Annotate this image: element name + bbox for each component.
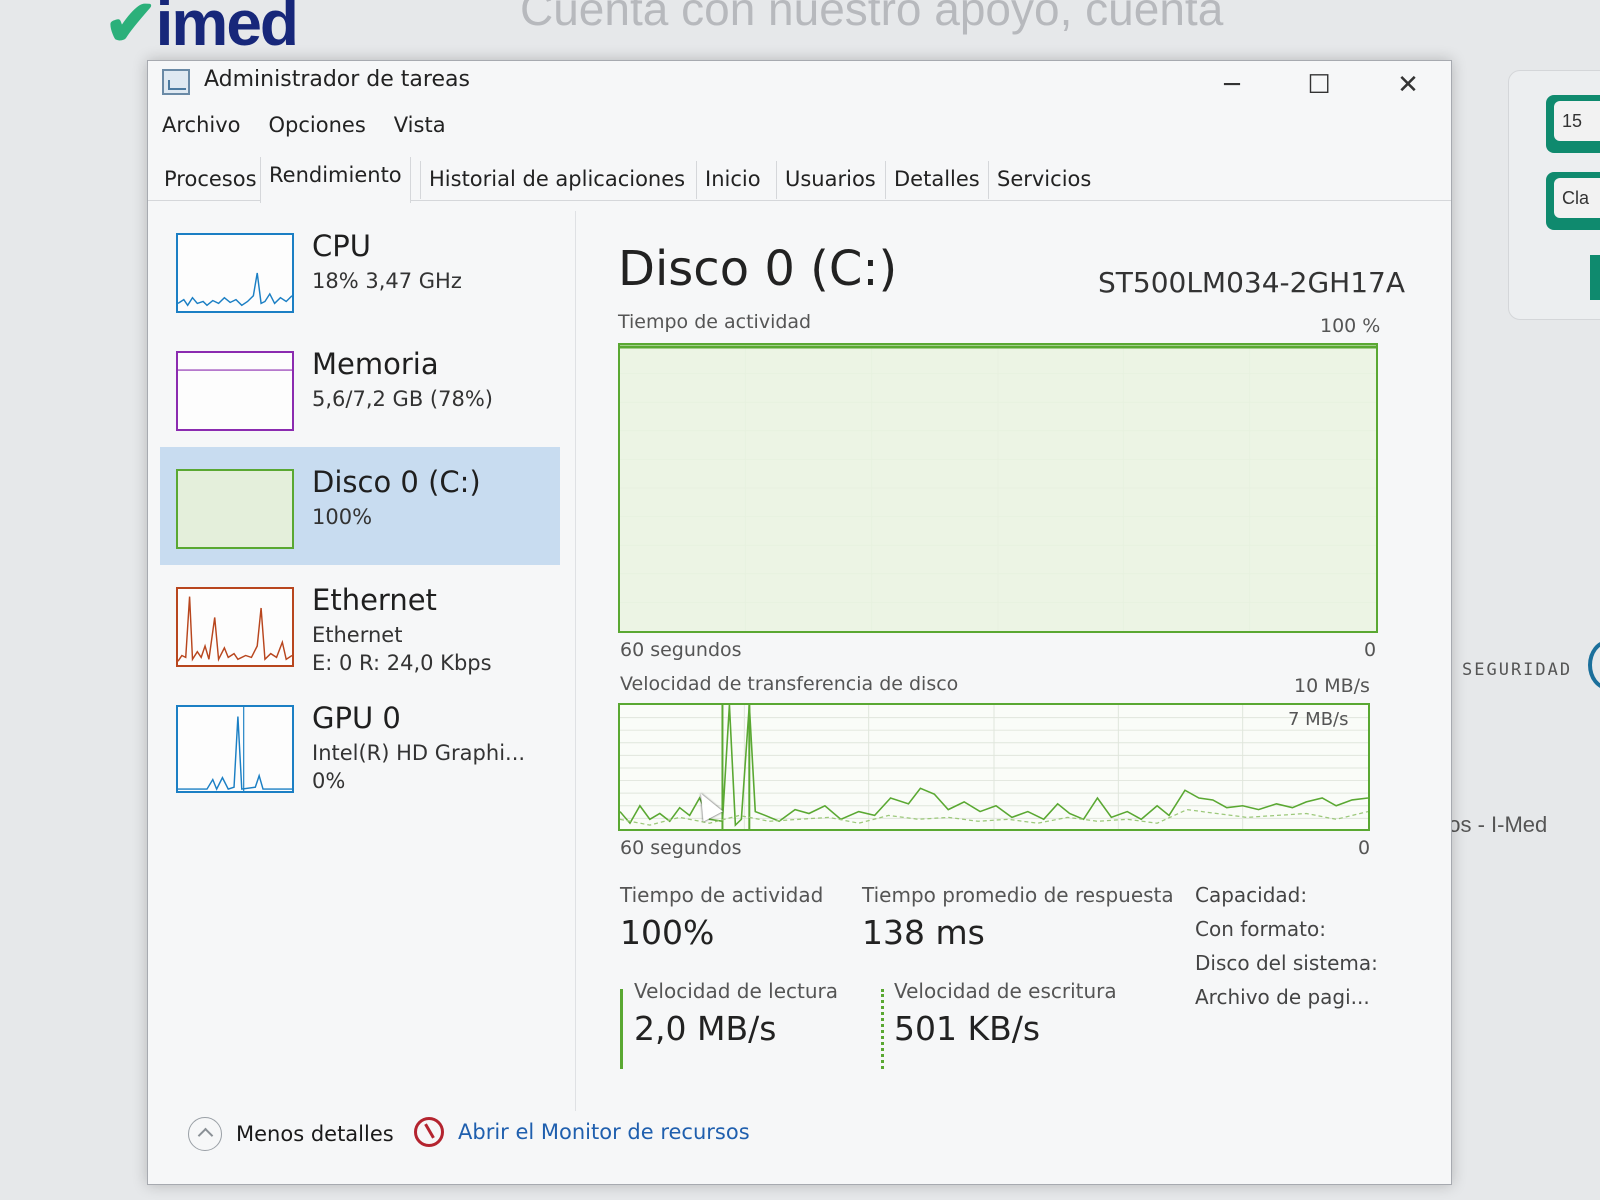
tab-bar: Procesos Rendimiento Historial de aplica…: [148, 157, 1451, 203]
window-title: Administrador de tareas: [204, 67, 470, 92]
footer: Menos detalles Abrir el Monitor de recur…: [164, 1113, 864, 1153]
formatted-label: Con formato:: [1195, 917, 1326, 941]
tab-detalles[interactable]: Detalles: [885, 161, 988, 199]
menu-opciones[interactable]: Opciones: [269, 113, 366, 147]
capacity-label: Capacidad:: [1195, 883, 1308, 907]
maximize-button[interactable]: ☐: [1295, 67, 1343, 103]
transfer-chart-inner-label: 7 MB/s: [1288, 709, 1349, 730]
system-disk-label: Disco del sistema:: [1195, 951, 1378, 975]
activity-time-label: 60 segundos: [620, 639, 742, 661]
minimize-button[interactable]: ─: [1208, 67, 1256, 103]
disk-thumbnail-graph: [176, 469, 294, 549]
background-accent-bar: [1590, 255, 1600, 300]
detail-title: Disco 0 (C:): [618, 241, 898, 297]
resource-detail: Ethernet: [312, 623, 403, 647]
resource-detail-2: 0%: [312, 769, 346, 793]
task-manager-icon: [162, 69, 190, 95]
imed-logo: ✔imed: [104, 0, 299, 59]
transfer-chart-max: 10 MB/s: [1294, 675, 1370, 697]
write-speed-value: 501 KB/s: [894, 1009, 1041, 1048]
tab-inicio[interactable]: Inicio: [696, 161, 769, 199]
resource-name: Disco 0 (C:): [312, 465, 481, 499]
response-time-value: 138 ms: [862, 913, 985, 952]
read-legend-line: [620, 989, 623, 1069]
tab-rendimiento[interactable]: Rendimiento: [260, 157, 411, 203]
memory-thumbnail-graph: [176, 351, 294, 431]
less-details-label: Menos detalles: [236, 1122, 394, 1146]
resource-name: Ethernet: [312, 583, 437, 617]
background-button-cla[interactable]: Cla: [1546, 172, 1600, 230]
menu-archivo[interactable]: Archivo: [162, 113, 241, 147]
background-headline: Cuenta con nuestro apoyo, cuenta: [520, 0, 1224, 35]
resource-cpu[interactable]: CPU 18% 3,47 GHz: [160, 211, 560, 329]
resource-disco[interactable]: Disco 0 (C:) 100%: [160, 447, 560, 565]
gpu-thumbnail-graph: [176, 705, 294, 793]
transfer-zero-label: 0: [1358, 837, 1371, 859]
resource-name: GPU 0: [312, 701, 401, 735]
transfer-chart: [618, 703, 1370, 831]
resource-gpu[interactable]: GPU 0 Intel(R) HD Graphi... 0%: [160, 683, 560, 801]
resource-memoria[interactable]: Memoria 5,6/7,2 GB (78%): [160, 329, 560, 447]
write-legend-line: [881, 989, 884, 1069]
read-speed-label: Velocidad de lectura: [634, 979, 838, 1003]
read-speed-value: 2,0 MB/s: [634, 1009, 777, 1048]
menu-vista[interactable]: Vista: [394, 113, 446, 147]
activity-chart: [618, 343, 1378, 633]
response-time-label: Tiempo promedio de respuesta: [862, 883, 1174, 907]
activity-chart-max: 100 %: [1320, 315, 1381, 337]
page-file-label: Archivo de pagi...: [1195, 985, 1370, 1009]
less-details-button[interactable]: Menos detalles: [188, 1117, 394, 1151]
background-circle-icon: [1588, 640, 1600, 690]
chevron-up-icon: [188, 1117, 222, 1151]
task-manager-window: Administrador de tareas ─ ☐ ✕ Archivo Op…: [147, 60, 1452, 1185]
activity-chart-label: Tiempo de actividad: [618, 311, 812, 333]
background-button-15[interactable]: 15: [1546, 95, 1600, 153]
tab-servicios[interactable]: Servicios: [988, 161, 1099, 199]
transfer-chart-label: Velocidad de transferencia de disco: [620, 673, 959, 695]
tab-usuarios[interactable]: Usuarios: [776, 161, 884, 199]
resource-detail: 5,6/7,2 GB (78%): [312, 387, 493, 411]
resource-monitor-link[interactable]: Abrir el Monitor de recursos: [414, 1117, 750, 1147]
activity-zero-label: 0: [1364, 639, 1377, 661]
menu-bar: Archivo Opciones Vista: [162, 113, 446, 147]
resource-monitor-label: Abrir el Monitor de recursos: [458, 1120, 750, 1144]
resource-list: CPU 18% 3,47 GHz Memoria 5,6/7,2 GB (78%…: [160, 211, 576, 1111]
close-button[interactable]: ✕: [1384, 67, 1432, 103]
disk-model: ST500LM034-2GH17A: [1098, 266, 1405, 299]
resource-detail: 18% 3,47 GHz: [312, 269, 462, 293]
transfer-time-label: 60 segundos: [620, 837, 742, 859]
tab-historial[interactable]: Historial de aplicaciones: [420, 161, 693, 199]
tab-procesos[interactable]: Procesos: [156, 161, 265, 199]
resource-name: Memoria: [312, 347, 439, 381]
active-time-label: Tiempo de actividad: [620, 883, 824, 907]
resource-monitor-icon: [414, 1117, 444, 1147]
resource-name: CPU: [312, 229, 371, 263]
cpu-thumbnail-graph: [176, 233, 294, 313]
resource-detail: 100%: [312, 505, 373, 529]
background-snippet: dos - I-Med: [1436, 812, 1548, 837]
resource-ethernet[interactable]: Ethernet Ethernet E: 0 R: 24,0 Kbps: [160, 565, 560, 683]
resource-detail-2: E: 0 R: 24,0 Kbps: [312, 651, 492, 675]
write-speed-label: Velocidad de escritura: [894, 979, 1117, 1003]
background-seguridad-text: SEGURIDAD: [1462, 660, 1573, 680]
title-bar[interactable]: Administrador de tareas ─ ☐ ✕: [148, 61, 1451, 109]
activity-chart-svg: [620, 345, 1376, 631]
ethernet-thumbnail-graph: [176, 587, 294, 667]
transfer-chart-svg: [620, 705, 1368, 829]
active-time-value: 100%: [620, 913, 715, 952]
resource-detail: Intel(R) HD Graphi...: [312, 741, 526, 765]
